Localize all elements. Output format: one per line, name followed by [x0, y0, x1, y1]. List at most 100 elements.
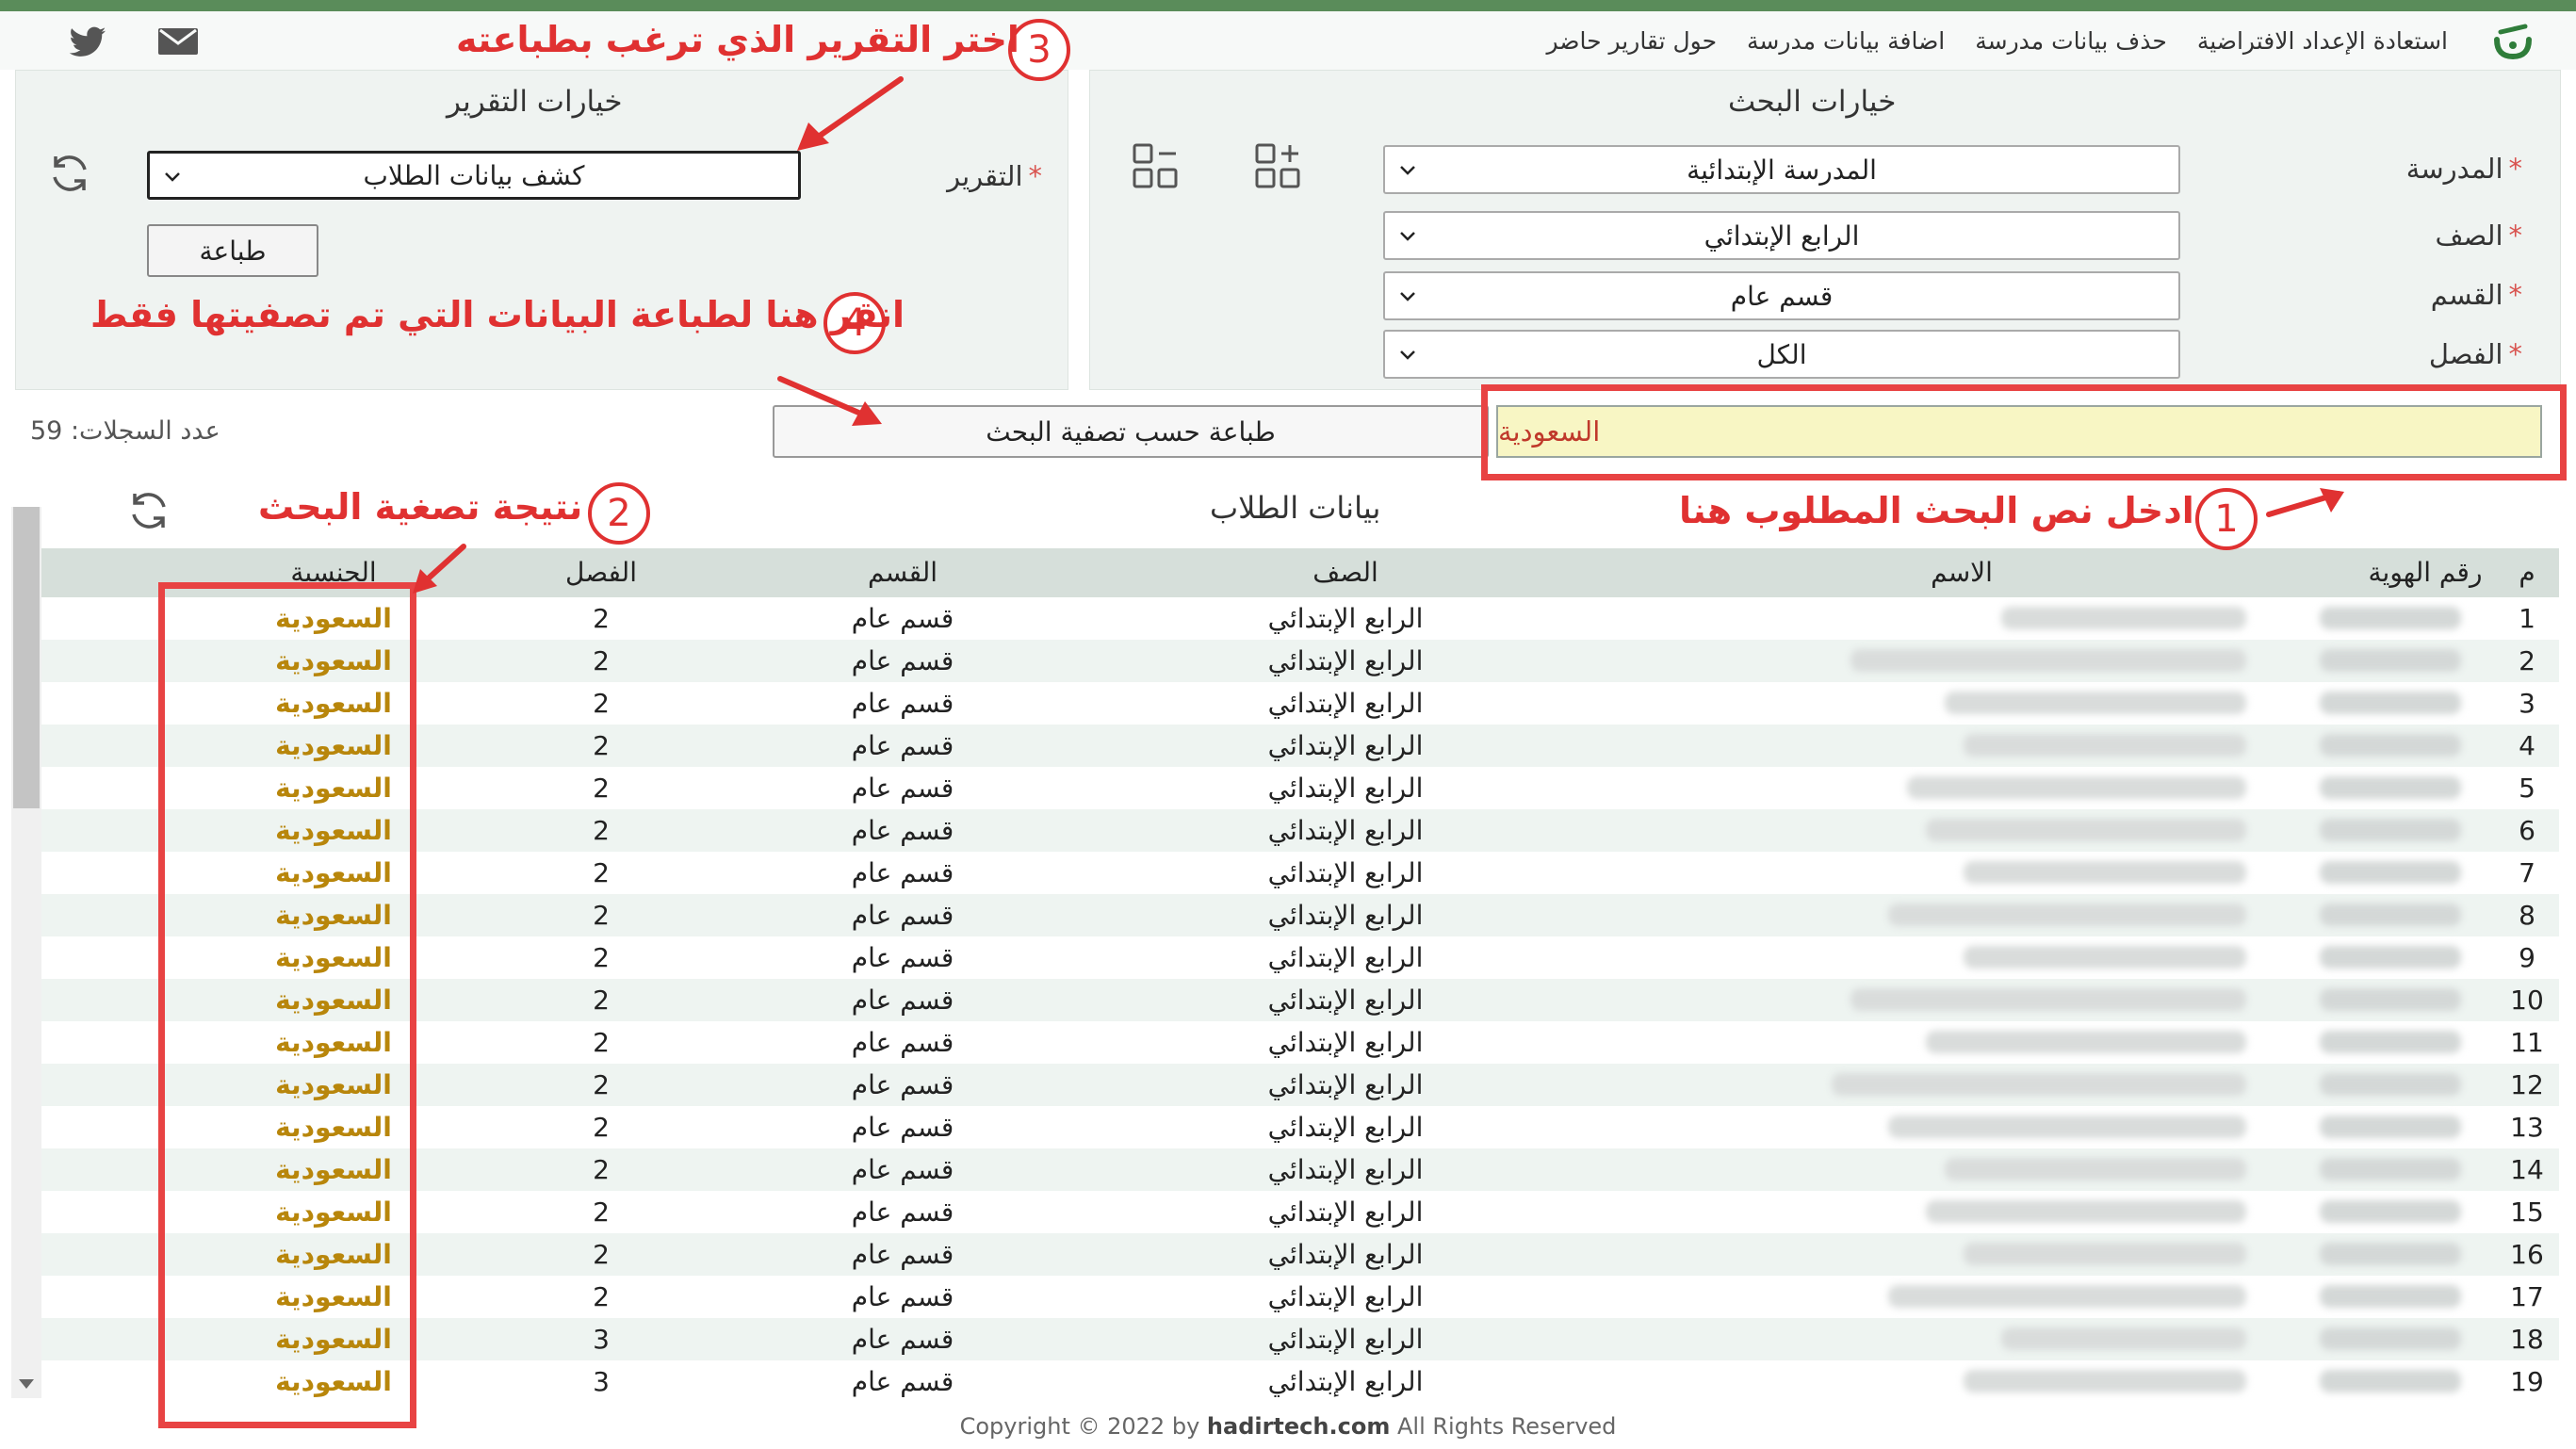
cell-name-redacted [1888, 1115, 2246, 1138]
cell-index: 7 [2519, 857, 2535, 888]
grade-select[interactable]: الرابع الإبتدائي [1383, 211, 2180, 260]
cell-id-redacted [2320, 1200, 2461, 1223]
table-row[interactable]: 7 الرابع الإبتدائي قسم عام 2 السعودية [41, 852, 2559, 894]
cell-index: 11 [2510, 1027, 2544, 1058]
cell-id-redacted [2320, 988, 2461, 1011]
cell-grade: الرابع الإبتدائي [1267, 857, 1424, 888]
annotation-arrow-4 [777, 376, 882, 426]
annotation-frame-nationality [158, 582, 416, 1428]
cell-name-redacted [1888, 1285, 2246, 1308]
mail-icon[interactable] [158, 26, 198, 57]
footer-brand-link[interactable]: hadirtech.com [1207, 1413, 1390, 1440]
chevron-down-icon [165, 172, 180, 182]
table-row[interactable]: 11 الرابع الإبتدائي قسم عام 2 السعودية [41, 1021, 2559, 1064]
cell-grade: الرابع الإبتدائي [1267, 1324, 1424, 1355]
annotation-arrow-2 [413, 544, 466, 594]
cell-name-redacted [1945, 1158, 2246, 1180]
table-row[interactable]: 15 الرابع الإبتدائي قسم عام 2 السعودية [41, 1191, 2559, 1233]
scrollbar-thumb[interactable] [13, 507, 40, 808]
table-row[interactable]: 17 الرابع الإبتدائي قسم عام 2 السعودية [41, 1276, 2559, 1318]
cell-class: 2 [593, 1027, 610, 1058]
cell-name-redacted [1850, 988, 2246, 1011]
annotation-text-3: اختر التقرير الذي ترغب بطباعته [456, 19, 1019, 60]
footer-prefix: Copyright © 2022 by [959, 1413, 1200, 1440]
scroll-down-arrow[interactable] [19, 1379, 34, 1389]
cell-class: 2 [593, 1069, 610, 1100]
table-scrollbar[interactable] [11, 507, 41, 1398]
cell-grade: الرابع الإبتدائي [1267, 603, 1424, 634]
expand-grid-icon[interactable] [1253, 141, 1302, 190]
header-name[interactable]: الاسم [1820, 548, 2103, 597]
header-grade[interactable]: الصف [1119, 548, 1572, 597]
cell-class: 2 [593, 603, 610, 634]
table-body: 1 الرابع الإبتدائي قسم عام 2 السعودية 2 الرابع… [41, 597, 2559, 1400]
cell-index: 9 [2519, 942, 2535, 973]
cell-class: 2 [593, 1112, 610, 1143]
cell-id-redacted [2320, 692, 2461, 714]
cell-grade: الرابع الإبتدائي [1267, 942, 1424, 973]
table-row[interactable]: 1 الرابع الإبتدائي قسم عام 2 السعودية [41, 597, 2559, 640]
table-row[interactable]: 18 الرابع الإبتدائي قسم عام 3 السعودية [41, 1318, 2559, 1360]
school-select[interactable]: المدرسة الإبتدائية [1383, 145, 2180, 194]
cell-grade: الرابع الإبتدائي [1267, 1281, 1424, 1312]
cell-name-redacted [1964, 734, 2246, 757]
table-row[interactable]: 13 الرابع الإبتدائي قسم عام 2 السعودية [41, 1106, 2559, 1148]
chevron-down-icon [1400, 350, 1415, 360]
header-id[interactable]: رقم الهوية [2303, 548, 2548, 597]
table-row[interactable]: 2 الرابع الإبتدائي قسم عام 2 السعودية [41, 640, 2559, 682]
class-select[interactable]: الكل [1383, 330, 2180, 379]
report-select[interactable]: كشف بيانات الطلاب [147, 151, 801, 200]
cell-index: 1 [2519, 603, 2535, 634]
cell-index: 16 [2510, 1239, 2544, 1270]
table-row[interactable]: 19 الرابع الإبتدائي قسم عام 3 السعودية [41, 1360, 2559, 1400]
collapse-grid-icon[interactable] [1131, 141, 1180, 190]
cell-name-redacted [1945, 692, 2246, 714]
refresh-icon[interactable] [47, 151, 92, 196]
cell-id-redacted [2320, 1031, 2461, 1053]
cell-index: 2 [2519, 645, 2535, 676]
grade-label: *الصف [2435, 220, 2522, 252]
cell-class: 3 [593, 1366, 610, 1397]
annotation-text-4: انقر هنا لطباعة البيانات التي تم تصفيتها… [90, 294, 905, 335]
cell-index: 5 [2519, 773, 2535, 804]
report-options-title: خيارات التقرير [447, 85, 623, 119]
app-logo-icon[interactable] [2489, 19, 2536, 66]
menu-item-about[interactable]: حول تقارير حاضر [1531, 23, 1732, 60]
cell-grade: الرابع الإبتدائي [1267, 900, 1424, 931]
table-row[interactable]: 16 الرابع الإبتدائي قسم عام 2 السعودية [41, 1233, 2559, 1276]
report-label: *التقرير [947, 160, 1042, 192]
table-row[interactable]: 10 الرابع الإبتدائي قسم عام 2 السعودية [41, 979, 2559, 1021]
table-row[interactable]: 6 الرابع الإبتدائي قسم عام 2 السعودية [41, 809, 2559, 852]
cell-class: 2 [593, 900, 610, 931]
cell-grade: الرابع الإبتدائي [1267, 1027, 1424, 1058]
cell-id-redacted [2320, 819, 2461, 841]
cell-class: 2 [593, 985, 610, 1016]
menu-item-delete-school[interactable]: حذف بيانات مدرسة [1960, 23, 2182, 60]
cell-class: 3 [593, 1324, 610, 1355]
cell-index: 12 [2510, 1069, 2544, 1100]
annotation-frame-search [1481, 384, 2567, 480]
cell-index: 10 [2510, 985, 2544, 1016]
twitter-icon[interactable] [68, 26, 107, 60]
table-row[interactable]: 14 الرابع الإبتدائي قسم عام 2 السعودية [41, 1148, 2559, 1191]
table-row[interactable]: 12 الرابع الإبتدائي قسم عام 2 السعودية [41, 1064, 2559, 1106]
header-class[interactable]: الفصل [507, 548, 695, 597]
main-menu: حول تقارير حاضر اضافة بيانات مدرسة حذف ب… [1531, 23, 2463, 60]
refresh-icon[interactable] [126, 488, 171, 533]
print-button[interactable]: طباعة [147, 224, 318, 277]
table-row[interactable]: 3 الرابع الإبتدائي قسم عام 2 السعودية [41, 682, 2559, 724]
table-row[interactable]: 8 الرابع الإبتدائي قسم عام 2 السعودية [41, 894, 2559, 936]
menu-item-restore-defaults[interactable]: استعادة الإعداد الافتراضية [2182, 23, 2463, 60]
section-select[interactable]: قسم عام [1383, 271, 2180, 320]
cell-index: 4 [2519, 730, 2535, 761]
annotation-arrow-3 [797, 76, 904, 151]
table-row[interactable]: 4 الرابع الإبتدائي قسم عام 2 السعودية [41, 724, 2559, 767]
cell-id-redacted [2320, 1243, 2461, 1265]
menu-item-add-school[interactable]: اضافة بيانات مدرسة [1732, 23, 1960, 60]
cell-section: قسم عام [851, 815, 954, 846]
table-row[interactable]: 5 الرابع الإبتدائي قسم عام 2 السعودية [41, 767, 2559, 809]
cell-class: 2 [593, 688, 610, 719]
table-row[interactable]: 9 الرابع الإبتدائي قسم عام 2 السعودية [41, 936, 2559, 979]
cell-section: قسم عام [851, 1154, 954, 1185]
header-section[interactable]: القسم [724, 548, 1082, 597]
